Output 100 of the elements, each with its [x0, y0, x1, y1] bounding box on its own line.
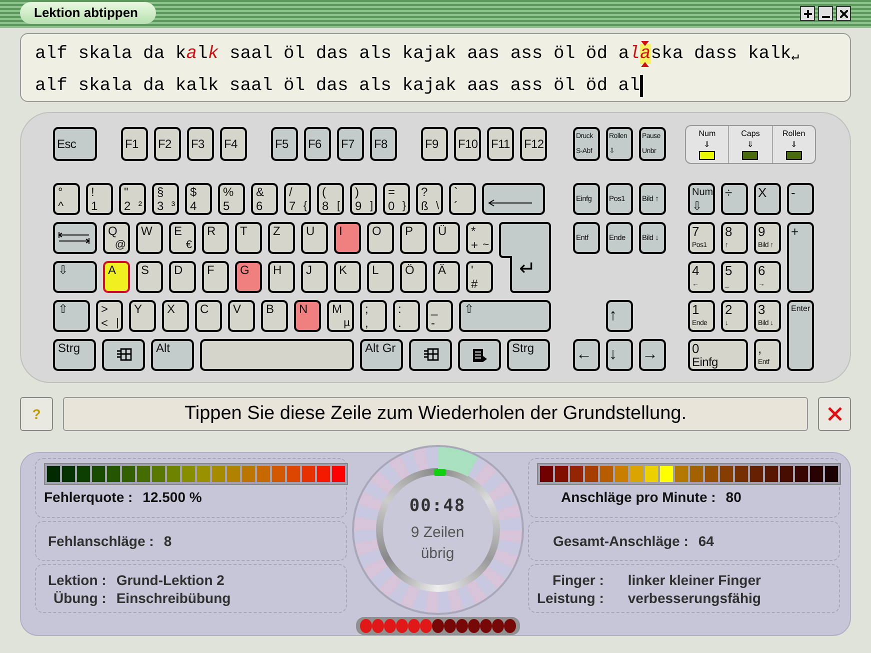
- stat-label: Übung :: [52, 590, 106, 606]
- keyboard-key: Alt: [151, 339, 194, 371]
- keyboard-key: Strg: [53, 339, 96, 371]
- dial-highlight-arc: [438, 447, 478, 477]
- stat-value: 80: [726, 489, 742, 505]
- keyboard-key: -: [787, 183, 814, 215]
- target-text: a: [640, 44, 651, 64]
- keyboard-key: 0 Einfg: [688, 339, 748, 371]
- keyboard-key: Alt Gr: [360, 339, 403, 371]
- target-text: ska dass kalk: [650, 44, 792, 64]
- keyboard-key: X: [162, 300, 189, 332]
- enter-key: ↵: [499, 222, 551, 293]
- keyboard-key: S: [136, 261, 163, 293]
- instruction-text: Tippen Sie diese Zeile zum Wiederholen der Grundstellung.: [63, 397, 808, 431]
- keyboard-key: +: [787, 222, 814, 293]
- target-text: l: [197, 44, 208, 64]
- stat-value: 12.500 %: [142, 489, 202, 505]
- keyboard-key: M µ: [327, 300, 354, 332]
- keyboard-key: D: [169, 261, 196, 293]
- keyboard-key: ÷: [721, 183, 748, 215]
- keyboard-key: Ü: [433, 222, 460, 254]
- target-text: alf skala da k: [35, 44, 186, 64]
- keyboard-key: = 0 }: [383, 183, 410, 215]
- stat-value: 8: [164, 533, 172, 549]
- typed-text: alf skala da kalk saal öl das als kajak aas ass öl öd al: [35, 76, 640, 96]
- indicator-arrow: ⇓: [704, 139, 711, 150]
- keyboard-key: F2: [154, 127, 181, 161]
- stat-label: Fehlerquote :: [44, 489, 133, 505]
- keyboard-key: * + ~: [466, 222, 493, 254]
- stat-value: linker kleiner Finger: [628, 572, 761, 588]
- keyboard-key: ↓: [606, 339, 633, 371]
- keyboard-key: _ -: [426, 300, 453, 332]
- stat-label: Lektion :: [48, 572, 106, 588]
- stat-value: Einschreibübung: [116, 590, 231, 606]
- keyboard-key: Esc: [53, 127, 97, 161]
- lines-remaining-text: 9 Zeilen übrig: [410, 523, 466, 564]
- close-icon: [840, 10, 848, 18]
- keyboard-key: F1: [121, 127, 148, 161]
- keyboard-key: F5: [271, 127, 298, 161]
- keyboard-key: % 5: [218, 183, 245, 215]
- close-button[interactable]: [836, 6, 851, 21]
- close-icon: [828, 407, 842, 421]
- keyboard-key: ` ´: [449, 183, 476, 215]
- text-cursor: [640, 75, 643, 97]
- stat-value: verbesserungsfähig: [628, 590, 761, 606]
- keyboard-key: I: [334, 222, 361, 254]
- keyboard-key: ( 8 [: [317, 183, 344, 215]
- indicator-label: Rollen: [782, 128, 806, 139]
- keyboard-key: ⇧: [459, 300, 551, 332]
- keyboard-key: F: [202, 261, 229, 293]
- keyboard-key: " 2 ²: [119, 183, 146, 215]
- keyboard-key: ↑: [606, 300, 633, 332]
- help-button[interactable]: ?: [20, 397, 53, 431]
- keyboard-key: H: [268, 261, 295, 293]
- minimize-icon: [822, 16, 830, 18]
- keyboard-key: ? ß \: [416, 183, 443, 215]
- keyboard-key: Enter: [787, 300, 814, 371]
- keyboard-key: Ä: [433, 261, 460, 293]
- keyboard-key: Num ⇩: [688, 183, 715, 215]
- keyboard-key: > < |: [96, 300, 123, 332]
- tab-arrows-icon: [58, 231, 90, 245]
- keyboard-key: F12: [520, 127, 547, 161]
- keyboard-key: ! 1: [86, 183, 113, 215]
- keyboard-key: & 6: [251, 183, 278, 215]
- stat-label: Leistung :: [537, 590, 604, 606]
- keyboard-key: / 7 {: [284, 183, 311, 215]
- keyboard-key: J: [301, 261, 328, 293]
- flag-icon: [423, 348, 439, 362]
- keyboard-key: F10: [454, 127, 481, 161]
- stat-label: Anschläge pro Minute :: [561, 489, 716, 505]
- keyboard-key: ) 9 ]: [350, 183, 377, 215]
- keyboard-key: § 3 ³: [152, 183, 179, 215]
- keyboard-key: R: [202, 222, 229, 254]
- keyboard-key: Z: [268, 222, 295, 254]
- keyboard-key: F11: [487, 127, 514, 161]
- keyboard-key: Strg: [507, 339, 550, 371]
- keyboard-key: N: [294, 300, 321, 332]
- keyboard-key: W: [136, 222, 163, 254]
- keyboard-key: K: [334, 261, 361, 293]
- timer-text: 00:48: [409, 496, 466, 516]
- stat-label: Fehlanschläge :: [48, 533, 154, 549]
- stat-label: Finger :: [552, 572, 604, 588]
- keyboard-key: Ö: [400, 261, 427, 293]
- maximize-button[interactable]: [800, 6, 815, 21]
- target-text: a: [186, 44, 198, 64]
- keyboard-key: L: [367, 261, 394, 293]
- target-text: l: [629, 44, 640, 64]
- progress-marker: [434, 469, 446, 476]
- keyboard-key: ; ,: [360, 300, 387, 332]
- keyboard-key: F9: [421, 127, 448, 161]
- keyboard-key: A: [103, 261, 130, 293]
- minimize-button[interactable]: [818, 6, 833, 21]
- keyboard-key: F6: [304, 127, 331, 161]
- flag-icon: [116, 348, 132, 362]
- indicator-label: Caps: [741, 128, 760, 139]
- keyboard-key: O: [367, 222, 394, 254]
- indicator-arrow: ⇓: [746, 139, 754, 150]
- target-text: saal öl das als kajak aas ass öl öd a: [228, 44, 630, 64]
- keyboard-key: ⇧: [53, 300, 90, 332]
- close-lesson-button[interactable]: [818, 397, 851, 431]
